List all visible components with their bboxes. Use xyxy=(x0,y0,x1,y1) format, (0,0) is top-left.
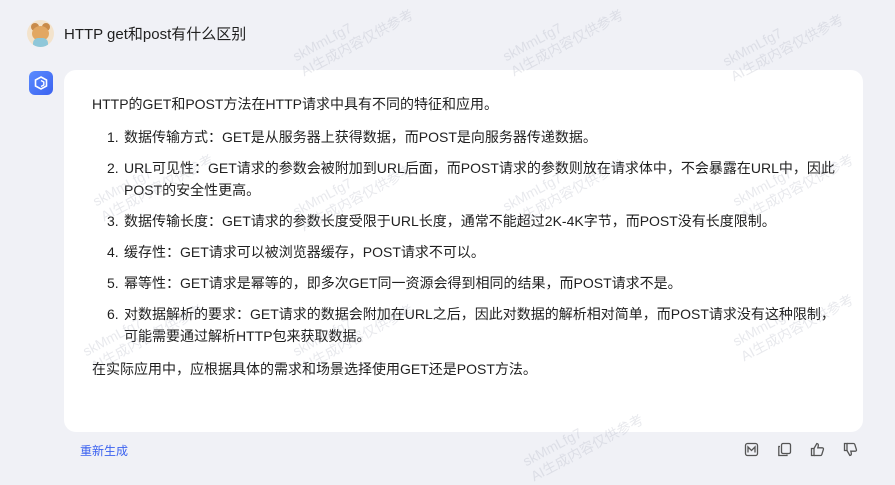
list-item: 4. 缓存性：GET请求可以被浏览器缓存，POST请求不可以。 xyxy=(107,241,835,263)
answer-outro: 在实际应用中，应根据具体的需求和场景选择使用GET还是POST方法。 xyxy=(92,361,537,377)
list-item: 3. 数据传输长度：GET请求的参数长度受限于URL长度，通常不能超过2K-4K… xyxy=(107,210,835,232)
thumbs-down-icon[interactable] xyxy=(841,440,859,458)
list-item: 1. 数据传输方式：GET是从服务器上获得数据，而POST是向服务器传递数据。 xyxy=(107,126,835,148)
image-export-icon[interactable] xyxy=(742,440,760,458)
list-item-number: 2. xyxy=(107,160,119,176)
list-item-text: 数据传输方式：GET是从服务器上获得数据，而POST是向服务器传递数据。 xyxy=(124,129,597,145)
regenerate-button[interactable]: 重新生成 xyxy=(80,442,128,459)
list-item-number: 3. xyxy=(107,213,119,229)
message-actions xyxy=(742,440,859,458)
assistant-logo-icon xyxy=(29,71,53,95)
assistant-answer-card: HTTP的GET和POST方法在HTTP请求中具有不同的特征和应用。 1. 数据… xyxy=(64,70,863,432)
list-item: 6. 对数据解析的要求：GET请求的数据会附加在URL之后，因此对数据的解析相对… xyxy=(107,303,835,347)
thumbs-up-icon[interactable] xyxy=(808,440,826,458)
watermark: skMmLfg7 AI生成内容仅供参考 xyxy=(290,6,417,80)
list-item-number: 1. xyxy=(107,129,119,145)
watermark: skMmLfg7 AI生成内容仅供参考 xyxy=(500,6,627,80)
user-message-row: HTTP get和post有什么区别 xyxy=(27,18,246,48)
list-item-number: 4. xyxy=(107,244,119,260)
list-item-text: 幂等性：GET请求是幂等的，即多次GET同一资源会得到相同的结果，而POST请求… xyxy=(124,275,682,291)
list-item-text: 对数据解析的要求：GET请求的数据会附加在URL之后，因此对数据的解析相对简单，… xyxy=(124,306,835,344)
list-item-number: 6. xyxy=(107,306,119,322)
bear-avatar-icon xyxy=(27,19,54,47)
list-item: 2. URL可见性：GET请求的参数会被附加到URL后面，而POST请求的参数则… xyxy=(107,157,835,201)
list-item-text: 数据传输长度：GET请求的参数长度受限于URL长度，通常不能超过2K-4K字节，… xyxy=(124,213,776,229)
user-question-text: HTTP get和post有什么区别 xyxy=(64,25,247,43)
answer-list: 1. 数据传输方式：GET是从服务器上获得数据，而POST是向服务器传递数据。 … xyxy=(92,126,835,347)
list-item-text: URL可见性：GET请求的参数会被附加到URL后面，而POST请求的参数则放在请… xyxy=(124,160,835,198)
copy-icon[interactable] xyxy=(775,440,793,458)
list-item-text: 缓存性：GET请求可以被浏览器缓存，POST请求不可以。 xyxy=(124,244,485,260)
list-item: 5. 幂等性：GET请求是幂等的，即多次GET同一资源会得到相同的结果，而POS… xyxy=(107,272,835,294)
list-item-number: 5. xyxy=(107,275,119,291)
answer-intro: HTTP的GET和POST方法在HTTP请求中具有不同的特征和应用。 xyxy=(92,96,498,112)
